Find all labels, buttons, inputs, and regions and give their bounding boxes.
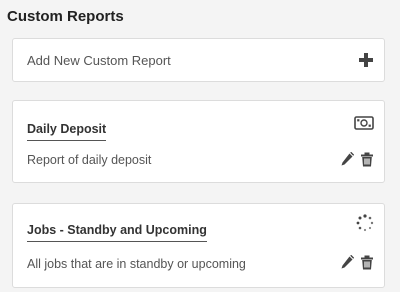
trash-icon[interactable] bbox=[360, 255, 374, 270]
add-custom-report-label: Add New Custom Report bbox=[27, 53, 171, 68]
add-custom-report-card[interactable]: Add New Custom Report bbox=[12, 38, 385, 82]
report-actions bbox=[340, 152, 374, 167]
money-bill-icon bbox=[354, 116, 374, 130]
edit-pencil-icon[interactable] bbox=[340, 255, 354, 270]
page-title: Custom Reports bbox=[7, 8, 124, 25]
report-title[interactable]: Jobs - Standby and Upcoming bbox=[27, 223, 207, 242]
spinner-icon bbox=[356, 214, 374, 232]
trash-icon[interactable] bbox=[360, 152, 374, 167]
edit-pencil-icon[interactable] bbox=[340, 152, 354, 167]
plus-icon[interactable] bbox=[358, 52, 374, 68]
report-card: Jobs - Standby and Upcoming All jobs tha… bbox=[12, 203, 385, 288]
report-actions bbox=[340, 255, 374, 270]
report-description: All jobs that are in standby or upcoming bbox=[27, 257, 246, 271]
report-card: Daily Deposit Report of daily deposit bbox=[12, 100, 385, 183]
report-title[interactable]: Daily Deposit bbox=[27, 122, 107, 141]
report-description: Report of daily deposit bbox=[27, 153, 152, 167]
